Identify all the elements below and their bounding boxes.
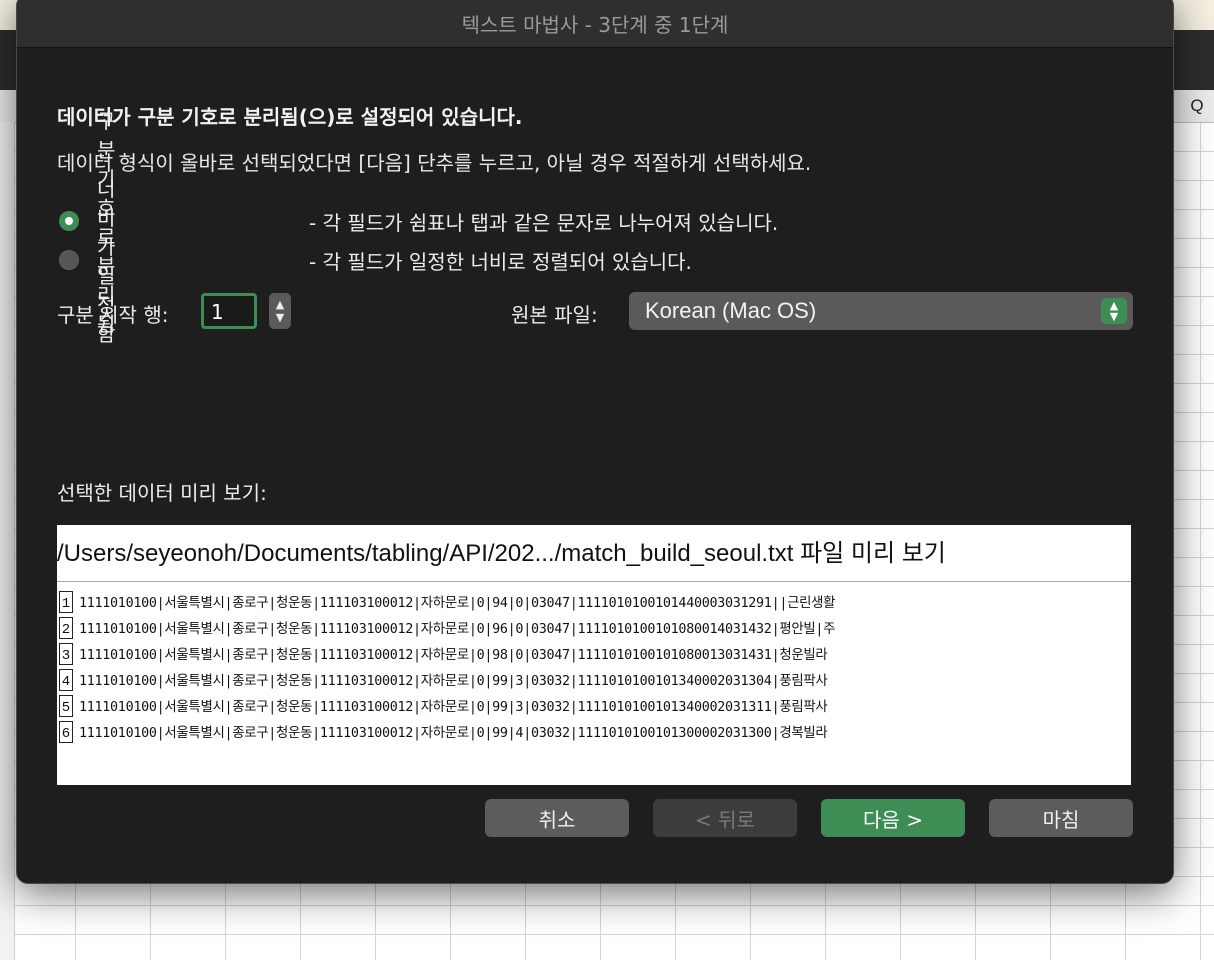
radio-option-fixed-width[interactable]: 너비가 일정함 - 각 필드가 일정한 너비로 정렬되어 있습니다. [57, 177, 692, 346]
preview-row: 3 1111010100|서울특별시|종로구|청운동|111103100012|… [57, 639, 1131, 665]
preview-row-text: 1111010100|서울특별시|종로구|청운동|111103100012|자하… [79, 674, 828, 689]
start-row-label: 구분 시작 행: [57, 303, 169, 327]
chevron-up-icon[interactable]: ▲ [276, 298, 284, 311]
radio-option-delimited[interactable]: 구분 기호로 분리됨 - 각 필드가 쉼표나 탭과 같은 문자로 나누어져 있습… [57, 109, 778, 336]
preview-row-number: 2 [59, 617, 73, 639]
preview-rows: 1 1111010100|서울특별시|종로구|청운동|111103100012|… [57, 587, 1131, 743]
origin-selected-value[interactable]: Korean (Mac OS) [645, 298, 816, 324]
preview-row-number: 3 [59, 643, 73, 665]
preview-row: 2 1111010100|서울특별시|종로구|청운동|111103100012|… [57, 613, 1131, 639]
origin-select[interactable]: Korean (Mac OS) ▲ ▼ [629, 292, 1133, 330]
dialog-titlebar: 텍스트 마법사 - 3단계 중 1단계 [17, 0, 1173, 48]
start-row-stepper[interactable]: ▲ ▼ [269, 293, 291, 329]
dialog-heading: 데이터가 구분 기호로 분리됨(으)로 설정되어 있습니다. [57, 105, 523, 129]
preview-divider [57, 581, 1131, 582]
preview-row-text: 1111010100|서울특별시|종로구|청운동|111103100012|자하… [79, 622, 836, 637]
spreadsheet-row-header [0, 122, 15, 960]
preview-row: 1 1111010100|서울특별시|종로구|청운동|111103100012|… [57, 587, 1131, 613]
select-chevrons-icon[interactable]: ▲ ▼ [1101, 298, 1127, 324]
cancel-button[interactable]: 취소 [485, 799, 629, 837]
preview-row: 5 1111010100|서울특별시|종로구|청운동|111103100012|… [57, 691, 1131, 717]
preview-row-text: 1111010100|서울특별시|종로구|청운동|111103100012|자하… [79, 648, 828, 663]
preview-row-number: 4 [59, 669, 73, 691]
next-button[interactable]: 다음 > [821, 799, 965, 837]
preview-label: 선택한 데이터 미리 보기: [57, 481, 267, 505]
start-row-input[interactable]: 1 [201, 293, 257, 329]
text-wizard-dialog: 텍스트 마법사 - 3단계 중 1단계 데이터가 구분 기호로 분리됨(으)로 … [16, 0, 1174, 884]
preview-row-text: 1111010100|서울특별시|종로구|청운동|111103100012|자하… [79, 700, 828, 715]
radio-unselected-icon[interactable] [59, 250, 79, 270]
preview-row-number: 5 [59, 695, 73, 717]
origin-label: 원본 파일: [511, 303, 598, 327]
chevron-down-icon[interactable]: ▼ [276, 311, 284, 324]
radio-desc-delimited: - 각 필드가 쉼표나 탭과 같은 문자로 나누어져 있습니다. [309, 210, 779, 235]
preview-row-number: 1 [59, 591, 73, 613]
radio-selected-icon[interactable] [59, 211, 79, 231]
dialog-title: 텍스트 마법사 - 3단계 중 1단계 [461, 13, 729, 37]
preview-row: 6 1111010100|서울특별시|종로구|청운동|111103100012|… [57, 717, 1131, 743]
preview-row: 4 1111010100|서울특별시|종로구|청운동|111103100012|… [57, 665, 1131, 691]
preview-title: /Users/seyeonoh/Documents/tabling/API/20… [57, 540, 946, 567]
radio-desc-fixed-width: - 각 필드가 일정한 너비로 정렬되어 있습니다. [309, 249, 692, 274]
preview-row-text: 1111010100|서울특별시|종로구|청운동|111103100012|자하… [79, 596, 836, 611]
preview-panel[interactable]: /Users/seyeonoh/Documents/tabling/API/20… [57, 525, 1131, 785]
dialog-instructions: 데이터 형식이 올바로 선택되었다면 [다음] 단추를 누르고, 아닐 경우 적… [57, 151, 812, 175]
preview-row-text: 1111010100|서울특별시|종로구|청운동|111103100012|자하… [79, 726, 828, 741]
back-button[interactable]: < 뒤로 [653, 799, 797, 837]
column-q-header[interactable]: Q [1180, 90, 1214, 122]
finish-button[interactable]: 마침 [989, 799, 1133, 837]
preview-row-number: 6 [59, 721, 73, 743]
